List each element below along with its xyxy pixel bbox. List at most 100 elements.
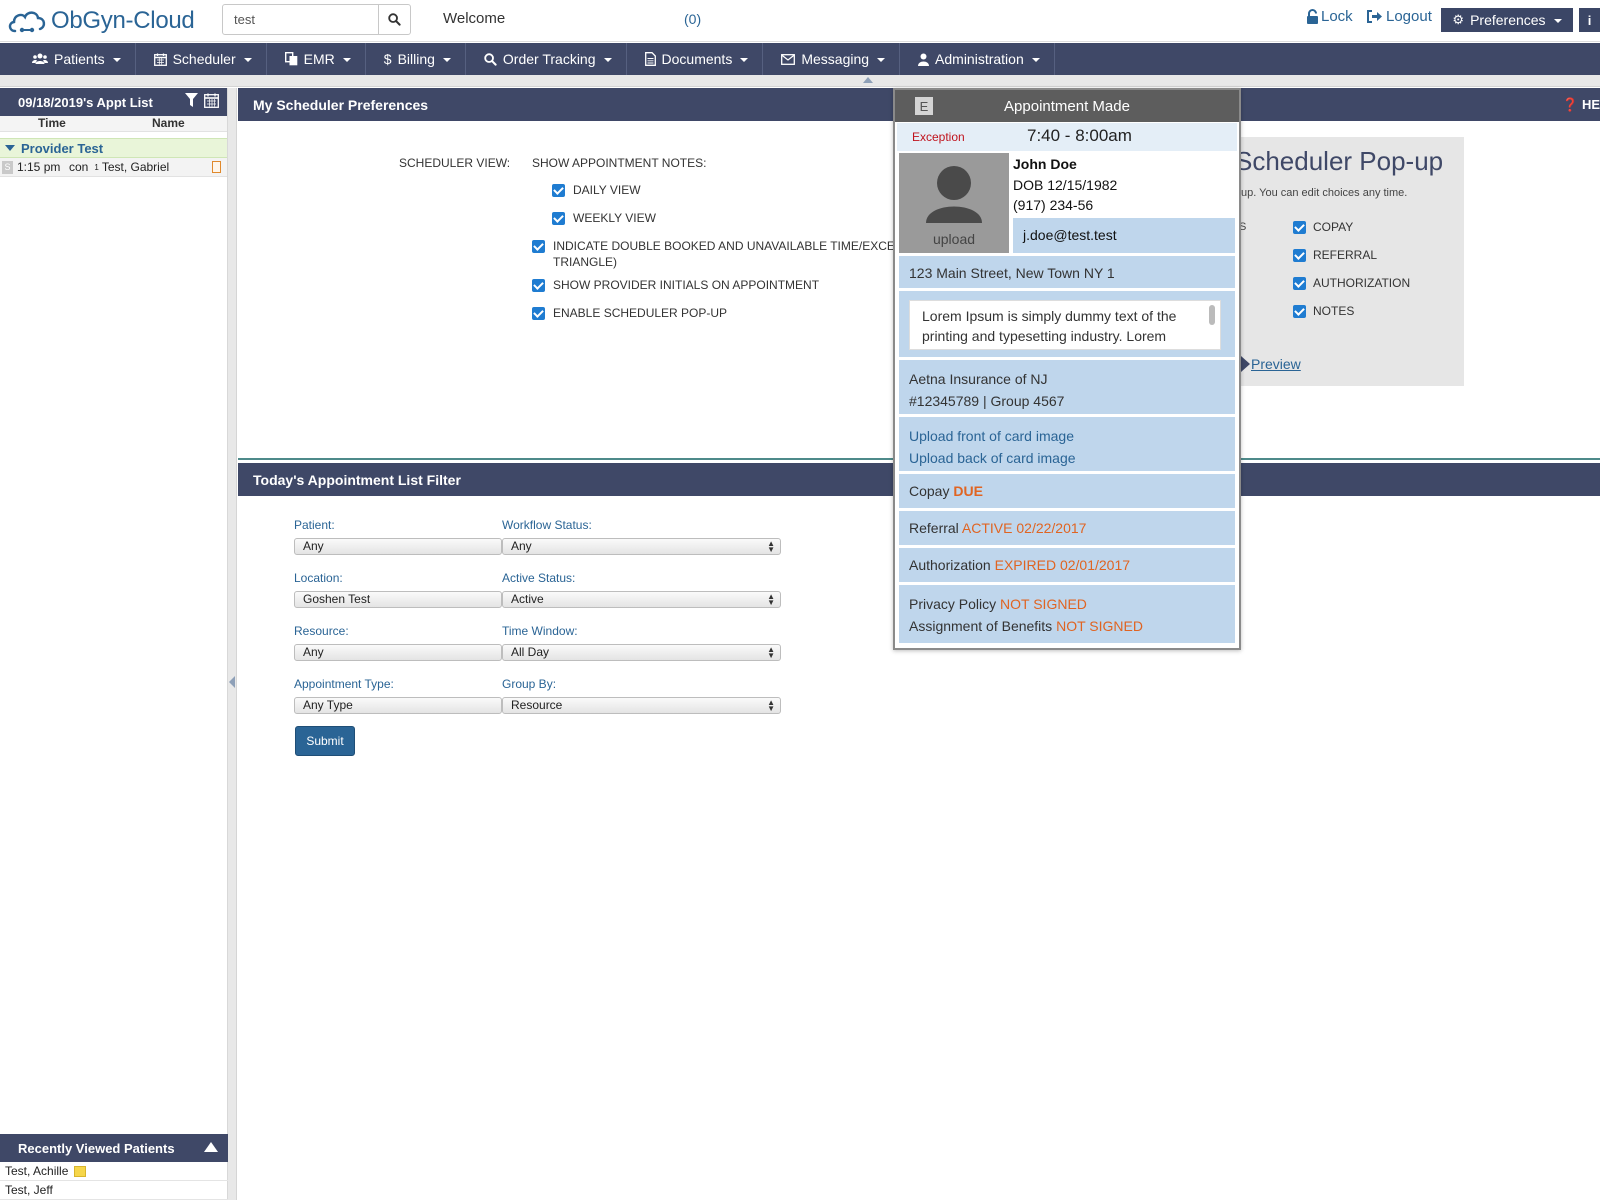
referral-status: ACTIVE 02/22/2017 xyxy=(961,520,1087,536)
filter-icon[interactable] xyxy=(185,93,198,108)
recent-patient-name: Test, Achille xyxy=(5,1164,69,1178)
card-upload-block: Upload front of card image Upload back o… xyxy=(899,417,1235,471)
play-icon xyxy=(1241,356,1250,372)
cloud-logo-icon xyxy=(8,11,46,33)
patient-select[interactable]: Any xyxy=(294,538,502,555)
search-icon xyxy=(388,13,401,26)
patient-dob: DOB 12/15/1982 xyxy=(1013,177,1118,193)
workflow-select[interactable]: Any ▲ ▼ xyxy=(502,538,781,555)
double-booked-checkbox[interactable] xyxy=(532,240,545,253)
preferences-label: Preferences xyxy=(1470,12,1546,28)
document-icon xyxy=(644,52,656,66)
location-select-value: Goshen Test xyxy=(303,592,371,606)
photo-upload-label[interactable]: upload xyxy=(899,231,1009,247)
initials-checkbox[interactable] xyxy=(532,279,545,292)
upload-back-link[interactable]: Upload back of card image xyxy=(909,447,1235,469)
message-count[interactable]: (0) xyxy=(684,11,701,27)
nav-messaging[interactable]: Messaging xyxy=(763,43,901,75)
nav-label: Patients xyxy=(54,51,105,67)
gear-icon: ⚙ xyxy=(1452,12,1465,27)
upload-front-link[interactable]: Upload front of card image xyxy=(909,425,1235,447)
exception-label: Exception xyxy=(912,130,965,144)
appointment-row[interactable]: S 1:15 pm con 1 Test, Gabriel xyxy=(0,158,227,177)
resource-select[interactable]: Any xyxy=(294,644,502,661)
sidebar-splitter[interactable] xyxy=(228,88,237,1200)
info-button[interactable]: i xyxy=(1579,8,1600,32)
double-booked-label: INDICATE DOUBLE BOOKED AND UNAVAILABLE T… xyxy=(553,239,923,269)
group-by-select[interactable]: Resource ▲ ▼ xyxy=(502,697,781,714)
preview-link[interactable]: Preview xyxy=(1251,356,1301,372)
recent-patient[interactable]: Test, Achille xyxy=(0,1162,228,1181)
workflow-select-value: Any xyxy=(511,539,532,553)
envelope-icon xyxy=(781,53,796,65)
nav-billing[interactable]: $ Billing xyxy=(366,43,466,75)
appointment-notes[interactable]: Lorem Ipsum is simply dummy text of the … xyxy=(909,300,1221,350)
info-icon: i xyxy=(1587,12,1592,28)
search-input[interactable] xyxy=(223,5,380,34)
weekly-view-checkbox[interactable] xyxy=(552,212,565,225)
popup-label: ENABLE SCHEDULER POP-UP xyxy=(553,306,728,320)
col-time[interactable]: Time xyxy=(0,116,100,131)
provider-group[interactable]: Provider Test xyxy=(0,138,227,158)
time-window-select-value: All Day xyxy=(511,645,550,659)
nav-label: Scheduler xyxy=(172,51,236,67)
collapse-bar xyxy=(0,75,1600,87)
preferences-button[interactable]: ⚙ Preferences xyxy=(1441,8,1573,32)
authorization-checkbox[interactable] xyxy=(1293,277,1306,290)
nav-order-tracking[interactable]: Order Tracking xyxy=(466,43,627,75)
privacy-row: Privacy Policy NOT SIGNED xyxy=(909,593,1235,615)
referral-checkbox[interactable] xyxy=(1293,249,1306,262)
nav-patients[interactable]: Patients xyxy=(0,43,136,75)
logout-icon xyxy=(1367,10,1382,23)
notes-text: Lorem Ipsum is simply dummy text of the … xyxy=(922,308,1177,344)
app-logo[interactable]: ObGyn-Cloud xyxy=(6,4,195,38)
recent-patient[interactable]: Test, Jeff xyxy=(0,1181,228,1200)
notes-scrollbar[interactable] xyxy=(1209,305,1215,325)
nav-emr[interactable]: EMR xyxy=(267,43,366,75)
recent-header[interactable]: Recently Viewed Patients xyxy=(0,1134,228,1162)
location-label: Location: xyxy=(294,571,343,585)
note-icon[interactable] xyxy=(212,161,221,173)
daily-view-checkbox[interactable] xyxy=(552,184,565,197)
appt-time: 1:15 pm xyxy=(17,160,61,174)
time-window-select[interactable]: All Day ▲ ▼ xyxy=(502,644,781,661)
logout-button[interactable]: Logout xyxy=(1366,8,1432,25)
patient-photo[interactable]: upload xyxy=(899,153,1009,253)
active-status-select[interactable]: Active ▲ ▼ xyxy=(502,591,781,608)
collapse-left-icon[interactable] xyxy=(229,676,235,688)
nav-label: Documents xyxy=(661,51,733,67)
nav-administration[interactable]: Administration xyxy=(900,43,1055,75)
resource-label: Resource: xyxy=(294,624,349,638)
privacy-status: NOT SIGNED xyxy=(1000,596,1087,612)
nav-scheduler[interactable]: Scheduler xyxy=(136,43,267,75)
signatures-block: Privacy Policy NOT SIGNED Assignment of … xyxy=(899,585,1235,643)
submit-button[interactable]: Submit xyxy=(295,726,355,756)
select-arrows-icon: ▲ ▼ xyxy=(767,592,775,607)
lock-button[interactable]: Lock xyxy=(1306,8,1353,25)
group-by-label: Group By: xyxy=(502,677,557,691)
calendar-icon xyxy=(153,53,167,66)
lock-label: Lock xyxy=(1321,8,1353,25)
time-window-label: Time Window: xyxy=(502,624,578,638)
nav-documents[interactable]: Documents xyxy=(627,43,764,75)
help-link[interactable]: ❓ HE xyxy=(1562,97,1600,113)
popup-checkbox[interactable] xyxy=(532,307,545,320)
edit-badge[interactable]: E xyxy=(915,97,933,115)
group-by-select-value: Resource xyxy=(511,698,563,712)
sticky-note-icon[interactable] xyxy=(74,1165,87,1177)
appt-type-select[interactable]: Any Type xyxy=(294,697,502,714)
chevron-down-icon xyxy=(442,58,451,62)
notes-checkbox[interactable] xyxy=(1293,305,1306,318)
collapse-up-icon[interactable] xyxy=(863,77,873,83)
provider-name: Provider Test xyxy=(21,140,104,156)
popup-header: E Appointment Made xyxy=(895,90,1239,122)
copay-checkbox[interactable] xyxy=(1293,221,1306,234)
col-name[interactable]: Name xyxy=(100,116,185,131)
welcome-text: Welcome xyxy=(443,10,506,27)
calendar-icon[interactable] xyxy=(204,93,219,108)
recently-viewed-panel: Recently Viewed Patients Test, Achille T… xyxy=(0,1134,228,1200)
search-button[interactable] xyxy=(378,5,410,34)
referral-label: Referral xyxy=(909,520,959,536)
location-select[interactable]: Goshen Test xyxy=(294,591,502,608)
appointment-sidebar: 09/18/2019's Appt List Time Name Provide… xyxy=(0,88,228,1200)
